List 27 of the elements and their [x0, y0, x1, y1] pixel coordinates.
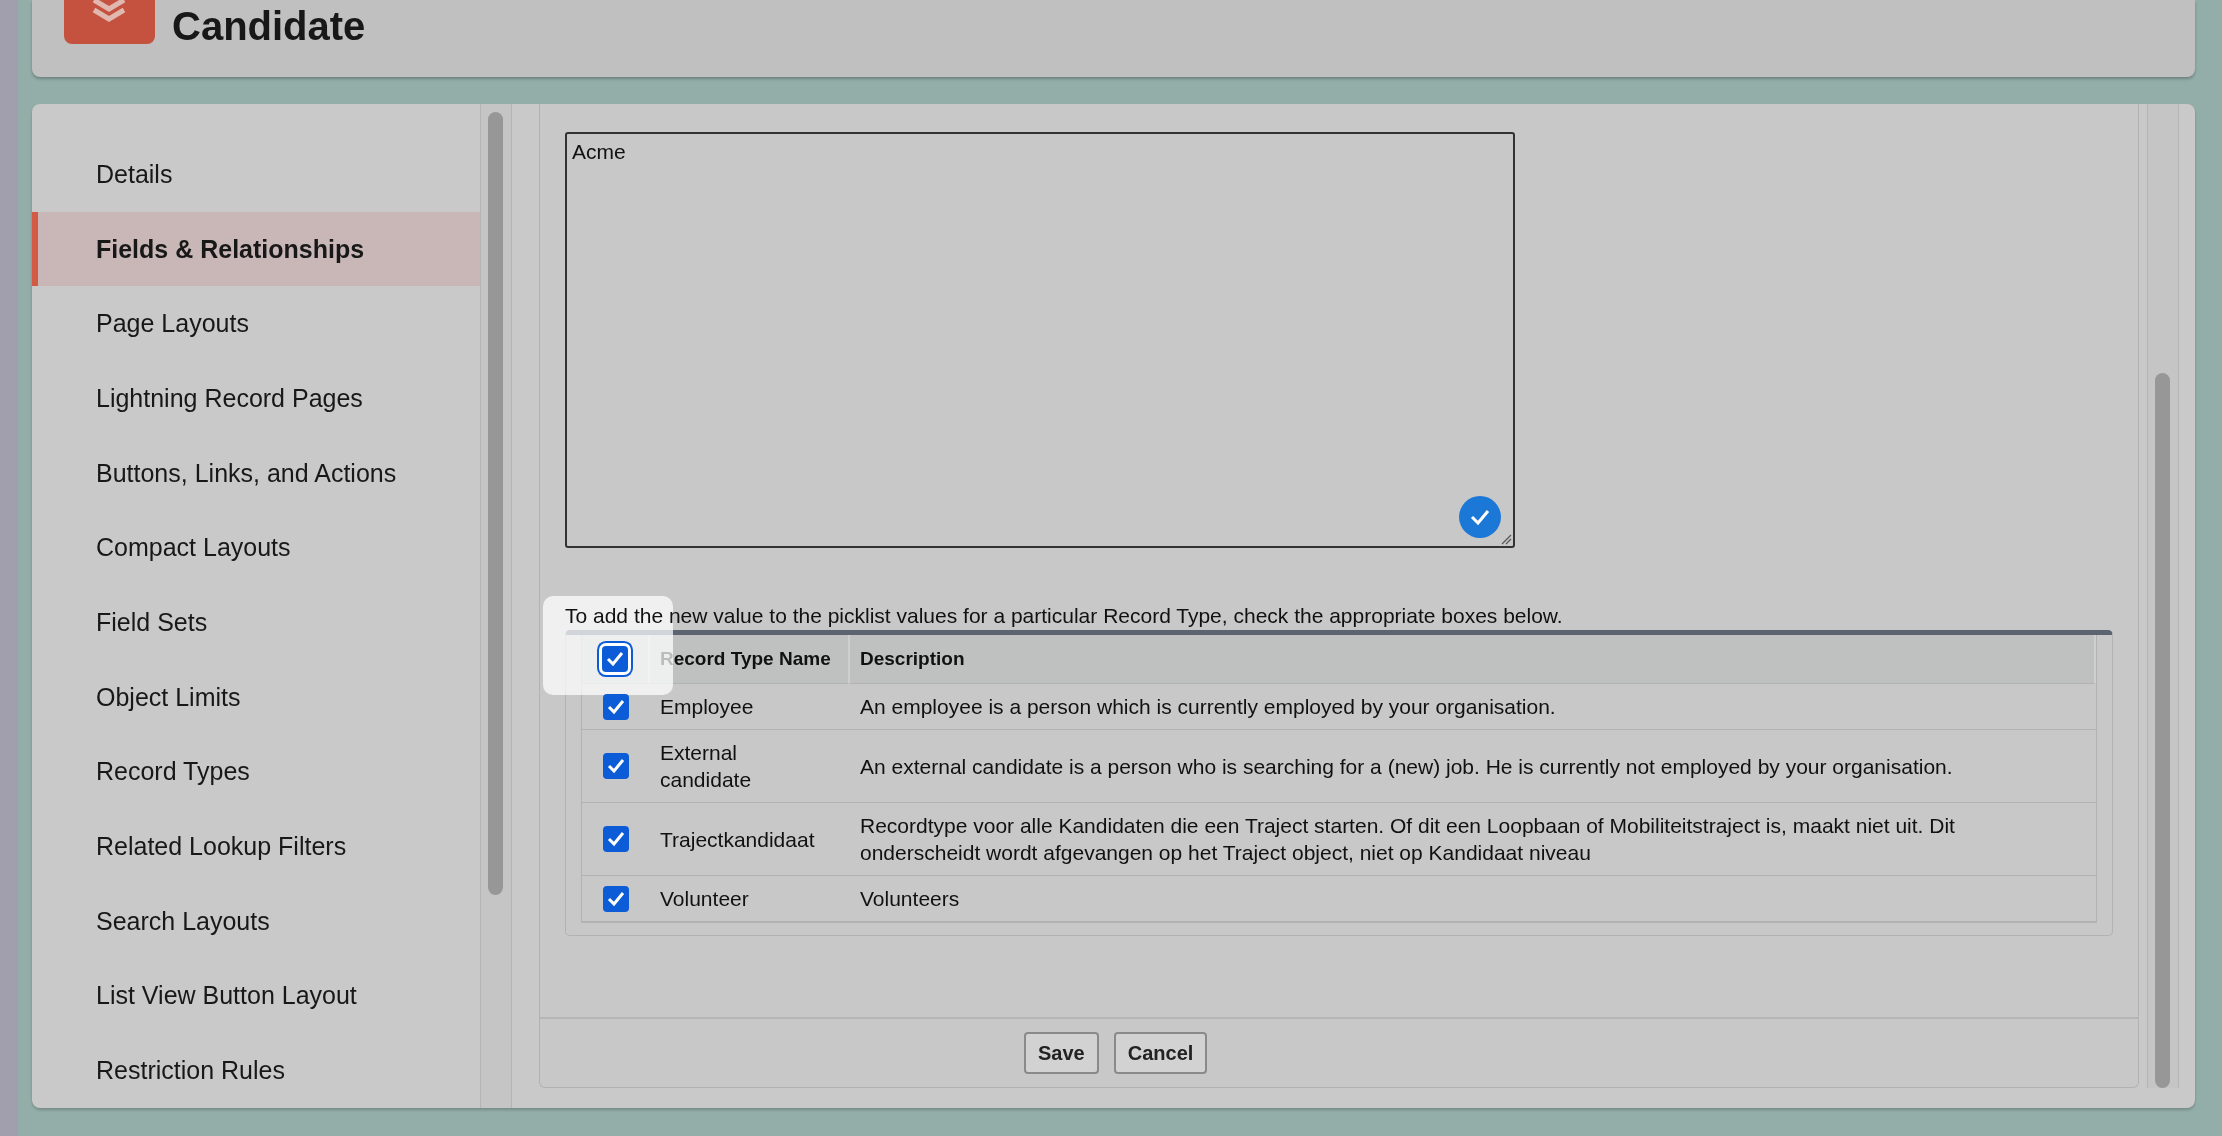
instruction-text: To add the new value to the picklist values for a particular Record Type, check the appropriate boxes below.	[565, 604, 1564, 628]
sidebar-item[interactable]: Lightning Record Pages	[32, 361, 480, 436]
sidebar-item[interactable]: Field Sets	[32, 585, 480, 660]
table-cell: Recordtype voor alle Kandidaten die een Traject starten. Of dit een Loopbaan of Mobiliteitstraject is, maakt niet uit. Dit onderscheidt wordt afgevangen op het Traject object, niet op Kandidaat niveau	[850, 803, 2096, 876]
sidebar-item[interactable]: Related Lookup Filters	[32, 809, 480, 884]
table-cell: An external candidate is a person who is searching for a (new) job. He is currently not employed by your organisation.	[850, 730, 2096, 803]
table-cell: Employee	[650, 684, 850, 730]
sidebar-item[interactable]: Page Layouts	[32, 286, 480, 362]
sidebar-item[interactable]: Object Limits	[32, 659, 480, 735]
table-cell: Volunteer	[650, 876, 850, 922]
save-button[interactable]: Save	[1024, 1032, 1099, 1074]
sidebar-item[interactable]: Details	[32, 137, 480, 212]
cancel-button[interactable]: Cancel	[1113, 1032, 1208, 1074]
text-area[interactable]: Acme	[565, 132, 1515, 548]
table-cell: An employee is a person which is currently employed by your organisation.	[850, 684, 2096, 730]
sidebar-item[interactable]: Search Layouts	[32, 883, 480, 959]
page-title: Candidate	[172, 6, 366, 46]
sidebar-item[interactable]: Restriction Rules	[32, 1033, 480, 1108]
table-cell: External candidate	[650, 730, 850, 803]
sidebar-item[interactable]: Fields & Relationships	[32, 211, 480, 287]
column-header: Description	[850, 635, 2096, 684]
table-cell: Volunteers	[850, 876, 2096, 922]
table-cell: Trajectkandidaat	[650, 803, 850, 876]
sidebar-item[interactable]: Compact Layouts	[32, 510, 480, 586]
sidebar-item[interactable]: Record Types	[32, 734, 480, 810]
sidebar-item[interactable]: List View Button Layout	[32, 958, 480, 1034]
sidebar-item[interactable]: Buttons, Links, and Actions	[32, 435, 480, 511]
